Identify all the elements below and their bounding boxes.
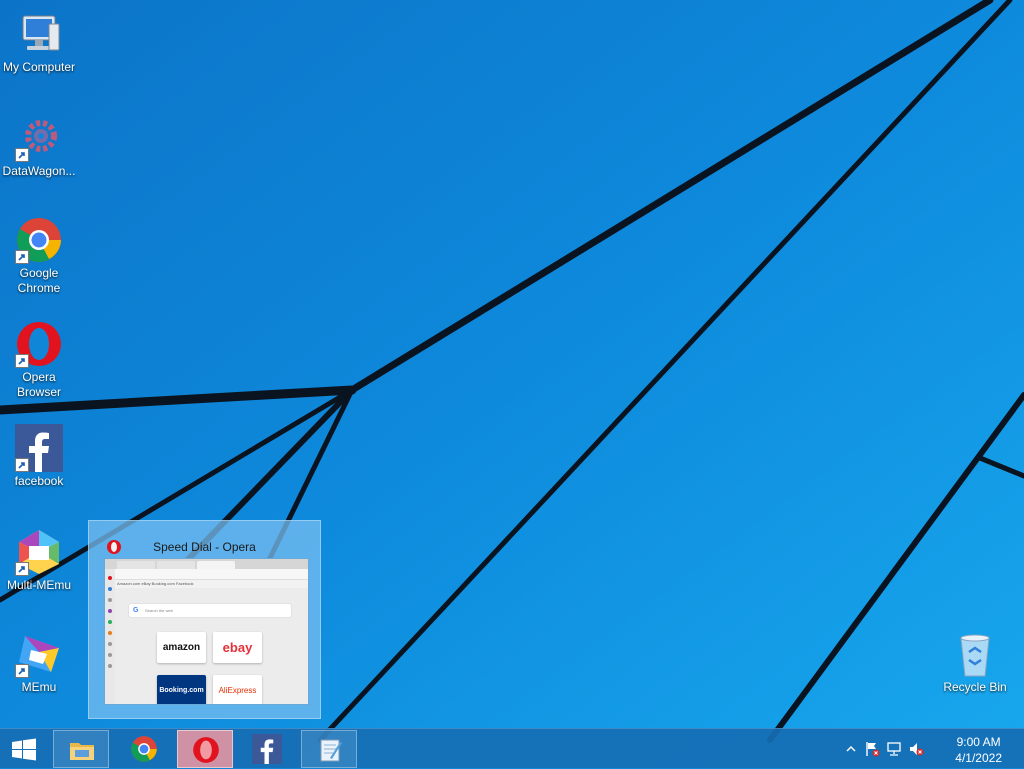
recycle-bin-icon [960,634,990,677]
folder-icon [70,743,94,760]
show-hidden-icons-chevron-icon[interactable] [846,744,856,754]
mini-search-box: G Search the web [129,604,291,617]
taskbar-chrome[interactable] [116,730,172,768]
clock-date: 4/1/2022 [955,751,1002,765]
taskbar-facebook[interactable] [239,730,295,768]
chrome-icon [131,736,157,762]
taskbar-notepad[interactable] [301,730,357,768]
desktop-icon-multi-memu[interactable]: Multi-MEmu [0,528,78,593]
shortcut-arrow-icon [15,562,29,576]
facebook-icon [252,734,282,764]
desktop-icon-my-computer[interactable]: My Computer [0,10,78,75]
taskbar-thumbnail-preview[interactable]: Speed Dial - Opera Amazon.com eBay Booki… [88,520,321,719]
taskbar-opera[interactable] [177,730,233,768]
desktop-icon-opera-browser[interactable]: Opera Browser [0,320,78,400]
taskbar: 9:00 AM 4/1/2022 [0,728,1024,768]
thumbnail-title: Speed Dial - Opera [153,540,256,554]
network-icon[interactable] [886,741,902,757]
action-center-flag-icon[interactable] [864,741,880,757]
desktop-icon-memu[interactable]: MEmu [0,630,78,695]
google-icon: G [133,607,139,614]
system-tray: 9:00 AM 4/1/2022 [844,729,1024,769]
computer-icon [22,15,60,51]
thumbnail-window-snapshot: Amazon.com eBay Booking.com Facebook G S… [104,558,309,705]
desktop-icon-datawagon[interactable]: DataWagon... [0,114,78,179]
notepad-icon [320,739,342,762]
shortcut-arrow-icon [15,250,29,264]
taskbar-file-explorer[interactable] [53,730,109,768]
mini-sidebar [105,569,115,704]
mini-address-bar [105,569,308,580]
speed-dial-tile-ebay: ebay [213,632,262,663]
shortcut-arrow-icon [15,354,29,368]
volume-muted-icon[interactable] [908,741,924,757]
shortcut-arrow-icon [15,148,29,162]
clock-time: 9:00 AM [956,735,1001,749]
opera-icon [193,737,219,763]
mini-tab-strip [105,559,308,569]
speed-dial-tile-booking: Booking.com [157,675,206,704]
desktop-icon-facebook[interactable]: facebook [0,424,78,489]
speed-dial-tile-aliexpress: AliExpress [213,675,262,704]
taskbar-clock[interactable]: 9:00 AM 4/1/2022 [955,734,1002,766]
windows-logo-icon [12,738,36,761]
shortcut-arrow-icon [15,664,29,678]
mini-bookmarks-bar: Amazon.com eBay Booking.com Facebook [105,580,308,588]
desktop-icon-recycle-bin[interactable]: Recycle Bin [936,630,1014,695]
shortcut-arrow-icon [15,458,29,472]
start-button[interactable] [0,730,46,768]
desktop-icon-google-chrome[interactable]: Google Chrome [0,216,78,296]
speed-dial-tile-amazon: amazon [157,632,206,663]
